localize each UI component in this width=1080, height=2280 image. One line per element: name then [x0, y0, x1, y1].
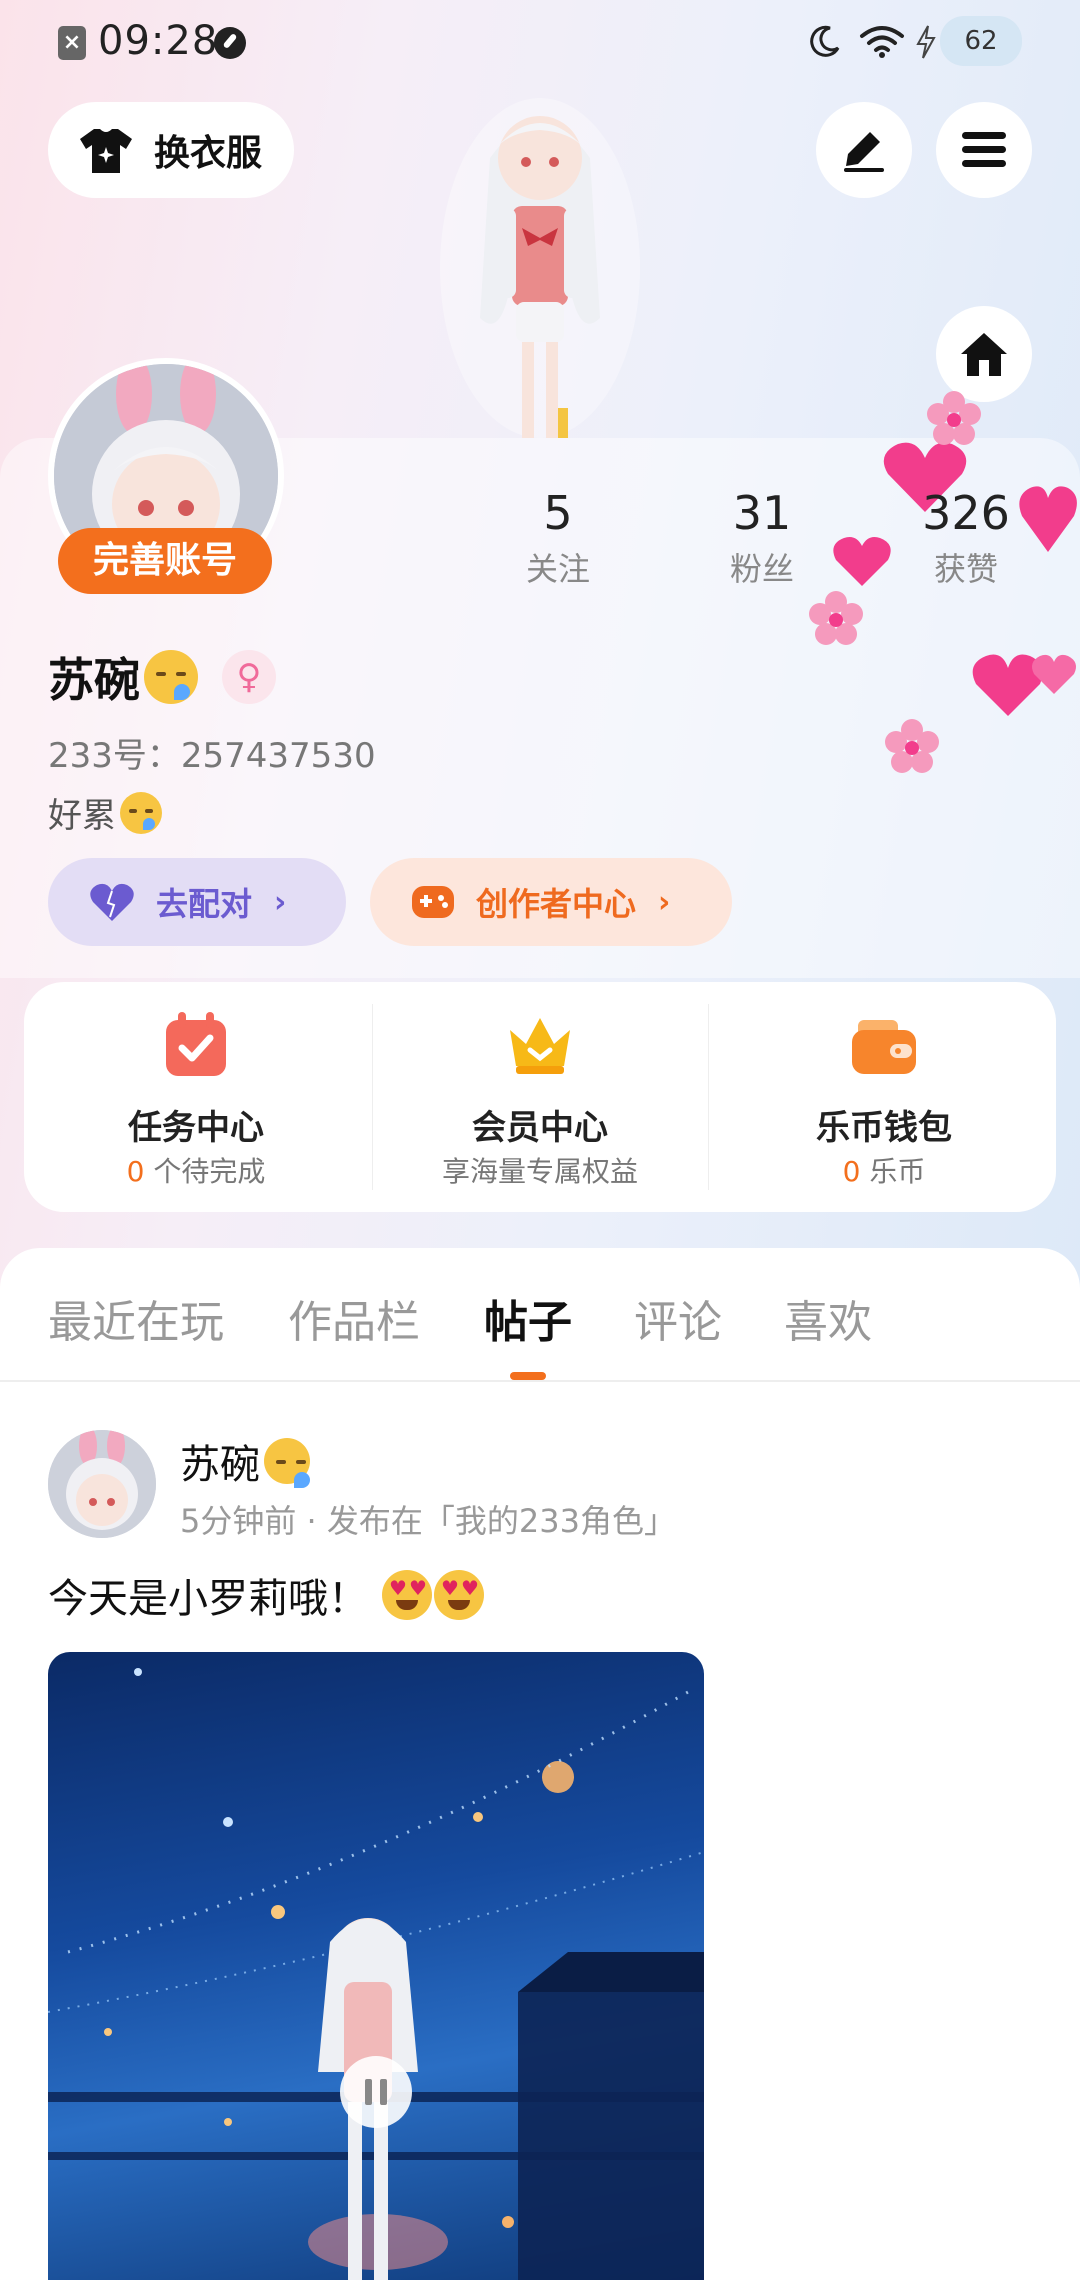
- task-count: 0: [126, 1155, 145, 1188]
- post-author-avatar[interactable]: [48, 1430, 156, 1538]
- pause-icon: [380, 2079, 387, 2105]
- female-gender-icon: ♀: [222, 650, 276, 704]
- battery-indicator: 62: [940, 16, 1022, 66]
- menu-icon: [962, 132, 1006, 167]
- tab-comments[interactable]: 评论: [634, 1286, 722, 1350]
- wallet[interactable]: 乐币钱包 0 乐币: [712, 982, 1056, 1212]
- heart-eyes-emoji-icon: [434, 1570, 484, 1620]
- stat-followers-value: 31: [732, 486, 792, 540]
- pause-button[interactable]: [340, 2056, 412, 2128]
- feature-card: 任务中心 0 个待完成 会员中心 享海量专属权益 乐币钱包 0 乐币: [24, 982, 1056, 1212]
- wifi-icon: [860, 26, 904, 58]
- stat-likes-label: 获赞: [933, 550, 998, 588]
- compass-icon: [214, 27, 246, 59]
- flower-decoration-icon: [809, 591, 863, 645]
- crown-icon: [510, 1018, 570, 1074]
- bio-text: 好累: [48, 796, 116, 836]
- bio: 好累: [48, 788, 162, 837]
- charging-icon: [916, 25, 936, 59]
- wallet-sub: 0 乐币: [712, 1150, 1056, 1190]
- wallet-count: 0: [842, 1155, 861, 1188]
- calendar-check-icon: [166, 1012, 226, 1076]
- pair-label: 去配对: [156, 885, 253, 923]
- tab-divider: [0, 1380, 1080, 1382]
- post-text-content: 今天是小罗莉哦！: [48, 1576, 368, 1622]
- divider: [708, 1004, 709, 1190]
- dress-up-label: 换衣服: [154, 133, 263, 174]
- gamepad-icon: [412, 886, 454, 918]
- vip-center-sub: 享海量专属权益: [441, 1155, 638, 1188]
- flower-decoration-icon: [927, 391, 981, 445]
- tab-recently-played[interactable]: 最近在玩: [48, 1286, 224, 1350]
- user-id: 233号：257437530: [48, 736, 376, 776]
- stat-likes[interactable]: 326 获赞: [886, 486, 1046, 590]
- sleepy-emoji-icon: [144, 650, 198, 704]
- chevron-right-icon: ›: [274, 884, 287, 920]
- sleepy-emoji-icon: [264, 1438, 310, 1488]
- wallet-icon: [852, 1020, 916, 1074]
- vip-center-title: 会员中心: [472, 1108, 608, 1148]
- wallet-sub-text: 乐币: [860, 1155, 926, 1188]
- pair-button[interactable]: 去配对 ›: [48, 858, 346, 946]
- heart-eyes-emoji-icon: [382, 1570, 432, 1620]
- task-center[interactable]: 任务中心 0 个待完成: [24, 982, 368, 1212]
- stat-following-label: 关注: [525, 550, 590, 588]
- task-sub-text: 个待完成: [144, 1155, 266, 1188]
- home-button[interactable]: [936, 306, 1032, 402]
- status-time: 09:28: [98, 18, 219, 64]
- menu-button[interactable]: [936, 102, 1032, 198]
- post-avatar-image: [48, 1430, 156, 1538]
- tab-works[interactable]: 作品栏: [288, 1286, 420, 1350]
- pen-icon: [844, 132, 884, 172]
- post-author[interactable]: 苏碗: [180, 1432, 310, 1490]
- creator-label: 创作者中心: [476, 885, 637, 923]
- sleepy-emoji-icon: [120, 791, 162, 834]
- heart-decoration-icon: [972, 654, 1076, 716]
- post-video[interactable]: [48, 1652, 704, 2280]
- chevron-right-icon: ›: [658, 884, 671, 920]
- wallet-title: 乐币钱包: [816, 1108, 952, 1148]
- tab-posts[interactable]: 帖子: [484, 1286, 572, 1350]
- complete-account-button[interactable]: 完善账号: [58, 528, 272, 594]
- username: 苏碗: [48, 644, 198, 710]
- dress-up-button[interactable]: 换衣服: [48, 102, 294, 198]
- moon-icon: [810, 25, 840, 57]
- pause-icon: [365, 2079, 372, 2105]
- vip-center[interactable]: 会员中心 享海量专属权益: [368, 982, 712, 1212]
- home-icon: [961, 333, 1007, 376]
- shirt-icon: [80, 129, 132, 173]
- post-meta: 5分钟前 · 发布在「我的233角色」: [180, 1502, 676, 1540]
- active-tab-indicator: [510, 1372, 546, 1380]
- avatar-character-image[interactable]: [430, 88, 650, 438]
- post-text: 今天是小罗莉哦！: [48, 1566, 484, 1624]
- stat-following[interactable]: 5 关注: [478, 486, 638, 590]
- post-author-name: 苏碗: [180, 1442, 260, 1488]
- post-video-frame: [48, 1668, 704, 2280]
- stat-followers[interactable]: 31 粉丝: [682, 486, 842, 590]
- flower-decoration-icon: [885, 719, 939, 773]
- stat-likes-value: 326: [922, 486, 1010, 540]
- task-center-sub: 0 个待完成: [24, 1150, 368, 1190]
- username-text: 苏碗: [48, 653, 140, 707]
- tab-likes[interactable]: 喜欢: [784, 1286, 872, 1350]
- stat-following-value: 5: [543, 486, 573, 540]
- status-bar: × 09:28 62: [0, 0, 1080, 90]
- edit-button[interactable]: [816, 102, 912, 198]
- stat-followers-label: 粉丝: [729, 550, 794, 588]
- creator-center-button[interactable]: 创作者中心 ›: [370, 858, 732, 946]
- task-center-title: 任务中心: [128, 1108, 264, 1148]
- heart-icon: [90, 883, 134, 921]
- notification-close-icon: ×: [58, 26, 86, 60]
